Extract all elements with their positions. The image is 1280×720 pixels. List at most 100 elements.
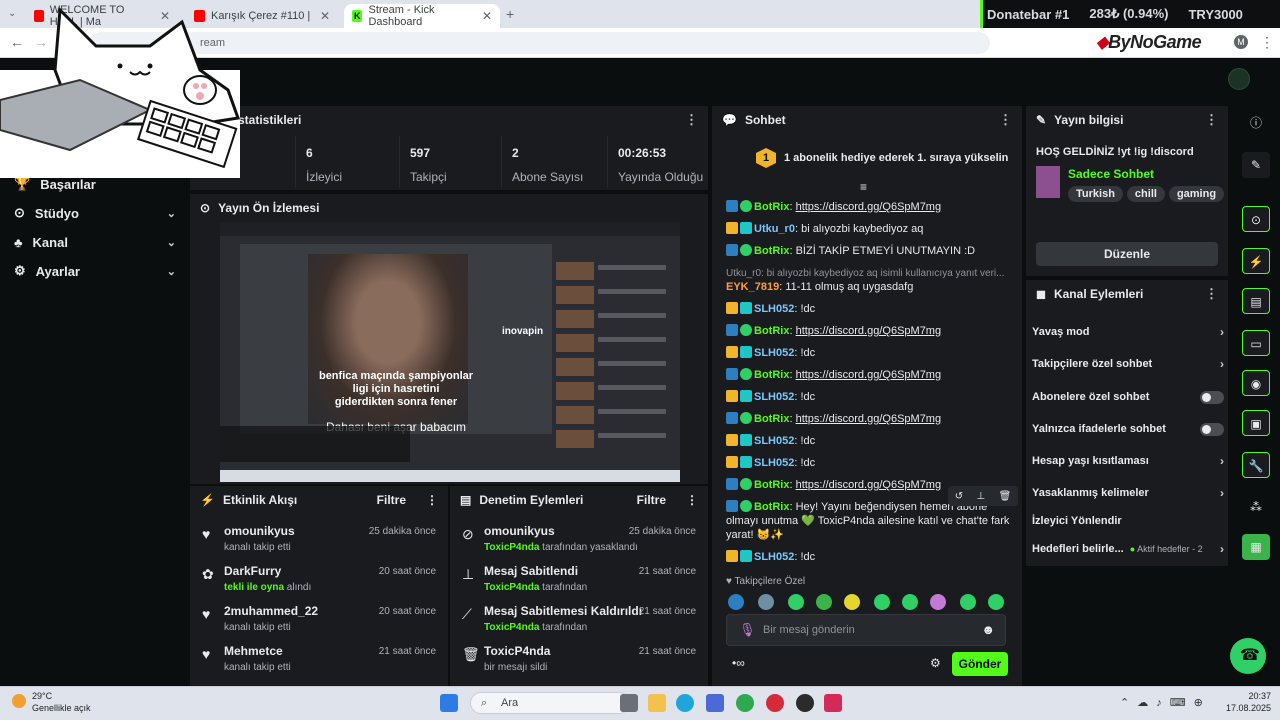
chat-link[interactable]: https://discord.gg/Q6SpM7mg (796, 369, 942, 381)
moderation-row[interactable]: 🗑 ToxicP4nda bir mesajı sildi 21 saat ön… (450, 640, 708, 676)
lightning-icon[interactable]: ⚡ (1242, 248, 1270, 274)
taskbar-search[interactable]: ⌕ Ara (470, 692, 630, 714)
sidebar-item-kanal[interactable]: ♣ Kanal ⌄ (14, 232, 176, 252)
chat-username[interactable]: BotRix (754, 325, 789, 337)
filter-button[interactable]: Filtre (637, 493, 666, 507)
emote-button[interactable] (758, 594, 774, 610)
emote-button[interactable] (902, 594, 918, 610)
chat-username[interactable]: BotRix (754, 501, 789, 513)
stream-preview-video[interactable]: inovapin benfica maçında şampiyonlar lig… (220, 222, 680, 482)
profile-avatar[interactable]: M (1234, 35, 1248, 49)
app-icon[interactable]: ▦ (1242, 534, 1270, 560)
system-tray[interactable]: ⌃☁♪⌨⊕ (1120, 696, 1211, 709)
store-icon[interactable] (706, 694, 724, 712)
chat-username[interactable]: BotRix (754, 479, 789, 491)
chat-username[interactable]: EYK_7819 (726, 281, 779, 293)
chat-message[interactable]: SLH052: !dc (726, 456, 1018, 470)
chat-message[interactable]: BotRix: Hey! Yayını beğendiysen hemen ab… (726, 500, 1018, 542)
more-options-icon[interactable]: ⋮ (426, 493, 438, 507)
activity-row[interactable]: ✿ DarkFurry tekli ile oyna alındı 20 saa… (190, 560, 448, 596)
weather-widget[interactable]: 29°C Genellikle açık (32, 690, 91, 714)
trash-icon[interactable]: 🗑 (999, 491, 1012, 502)
emote-button[interactable] (988, 594, 1004, 610)
chat-message[interactable]: BotRix: https://discord.gg/Q6SpM7mg (726, 200, 1018, 214)
chat-message[interactable]: SLH052: !dc (726, 302, 1018, 316)
chat-message[interactable]: BotRix: BİZİ TAKİP ETMEYİ UNUTMAYIN :D (726, 244, 1018, 258)
chat-message[interactable]: BotRix: https://discord.gg/Q6SpM7mg (726, 368, 1018, 382)
chat-link[interactable]: https://discord.gg/Q6SpM7mg (796, 325, 942, 337)
chat-username[interactable]: BotRix (754, 245, 789, 257)
action-banned-words[interactable]: Yasaklanmış kelimeler › (1032, 483, 1224, 503)
action-slow-mode[interactable]: Yavaş mod › (1032, 322, 1224, 342)
chat-username[interactable]: SLH052 (754, 303, 794, 315)
info-icon[interactable]: ⓘ (1242, 110, 1270, 136)
close-icon[interactable]: ✕ (482, 9, 492, 23)
chat-username[interactable]: SLH052 (754, 551, 794, 563)
document-icon[interactable]: ▤ (1242, 288, 1270, 314)
expand-icon[interactable]: ≡ (860, 180, 867, 194)
chat-message[interactable]: SLH052: !dc (726, 550, 1018, 564)
chat-message[interactable]: Utku_r0: bi alıyozbi kaybediyoz aq (726, 222, 1018, 236)
actions-icon[interactable]: ⁂ (1242, 494, 1270, 520)
task-view-icon[interactable] (620, 694, 638, 712)
activity-row[interactable]: ♥ Mehmetce kanalı takip etti 21 saat önc… (190, 640, 448, 676)
chat-message[interactable]: SLH052: !dc (726, 434, 1018, 448)
camera-icon[interactable]: ⊙ (1242, 206, 1270, 232)
activity-row[interactable]: ♥ omounikyus kanalı takip etti 25 dakika… (190, 520, 448, 556)
moderation-row[interactable]: ⟋ Mesaj Sabitlemesi Kaldırıldı ToxicP4nd… (450, 600, 708, 636)
obs-icon[interactable] (796, 694, 814, 712)
action-emote-only[interactable]: Yalnızca ifadelerle sohbet (1032, 419, 1224, 439)
browser-menu-icon[interactable]: ⋮ (1260, 34, 1274, 51)
chat-username[interactable]: SLH052 (754, 457, 794, 469)
more-options-icon[interactable]: ⋮ (685, 112, 698, 128)
chrome-icon[interactable] (736, 694, 754, 712)
pencil-icon[interactable]: ✎ (1242, 152, 1270, 178)
moderation-row[interactable]: ⊘ omounikyus ToxicP4nda tarafından yasak… (450, 520, 708, 556)
tab-kick-dashboard[interactable]: K Stream - Kick Dashboard ✕ (344, 4, 500, 28)
windows-start-icon[interactable] (440, 694, 458, 712)
chat-message[interactable]: SLH052: !dc (726, 346, 1018, 360)
user-avatar[interactable] (1228, 68, 1250, 90)
more-options-icon[interactable]: ⋮ (686, 493, 698, 507)
chat-message[interactable]: BotRix: https://discord.gg/Q6SpM7mg (726, 412, 1018, 426)
toggle-switch[interactable] (1200, 390, 1224, 404)
activity-row[interactable]: ♥ 2muhammed_22 kanalı takip etti 20 saat… (190, 600, 448, 636)
more-options-icon[interactable]: ⋮ (1205, 286, 1218, 302)
category-name[interactable]: Sadece Sohbet (1068, 167, 1154, 181)
sidebar-item-ayarlar[interactable]: ⚙ Ayarlar ⌄ (14, 261, 176, 281)
new-tab-button[interactable]: + (506, 6, 514, 22)
emoji-icon[interactable]: ☻ (981, 622, 995, 637)
chat-message[interactable]: BotRix: https://discord.gg/Q6SpM7mg (726, 324, 1018, 338)
emote-button[interactable] (844, 594, 860, 610)
filter-button[interactable]: Filtre (377, 493, 406, 507)
sidebar-item-studyo[interactable]: ⊙ Stüdyo ⌄ (14, 203, 176, 223)
chat-username[interactable]: BotRix (754, 201, 789, 213)
broadcast-icon[interactable]: ◉ (1242, 370, 1270, 396)
more-options-icon[interactable]: ⋮ (1205, 112, 1218, 128)
moderation-row[interactable]: ⊥ Mesaj Sabitlendi ToxicP4nda tarafından… (450, 560, 708, 596)
chat-username[interactable]: Utku_r0 (754, 223, 795, 235)
chat-link[interactable]: https://discord.gg/Q6SpM7mg (796, 201, 942, 213)
send-button[interactable]: Gönder (952, 652, 1008, 676)
wrench-icon[interactable]: 🔧 (1242, 452, 1270, 478)
chat-username[interactable]: SLH052 (754, 347, 794, 359)
emote-button[interactable] (874, 594, 890, 610)
emote-button[interactable] (788, 594, 804, 610)
edge-icon[interactable] (676, 694, 694, 712)
action-followers-only[interactable]: Takipçilere özel sohbet › (1032, 354, 1224, 374)
chat-reply-context[interactable]: Utku_r0: bi alıyozbi kaybediyoz aq isiml… (726, 266, 1018, 281)
chat-username[interactable]: BotRix (754, 413, 789, 425)
support-button[interactable] (1230, 638, 1266, 674)
close-icon[interactable]: ✕ (320, 9, 330, 23)
action-raid[interactable]: İzleyici Yönlendir (1032, 511, 1224, 531)
emote-button[interactable] (728, 594, 744, 610)
chat-username[interactable]: BotRix (754, 369, 789, 381)
chat-bubble-icon[interactable]: ▭ (1242, 330, 1270, 356)
more-options-icon[interactable]: ⋮ (999, 112, 1012, 128)
file-explorer-icon[interactable] (648, 694, 666, 712)
microphone-icon[interactable]: 🎙 (739, 622, 756, 638)
emote-button[interactable] (960, 594, 976, 610)
emote-button[interactable] (930, 594, 946, 610)
pin-icon[interactable]: ⊥ (976, 491, 985, 502)
chat-message[interactable]: EYK_7819: 11-11 olmuş aq uygasdafg (726, 280, 1018, 294)
